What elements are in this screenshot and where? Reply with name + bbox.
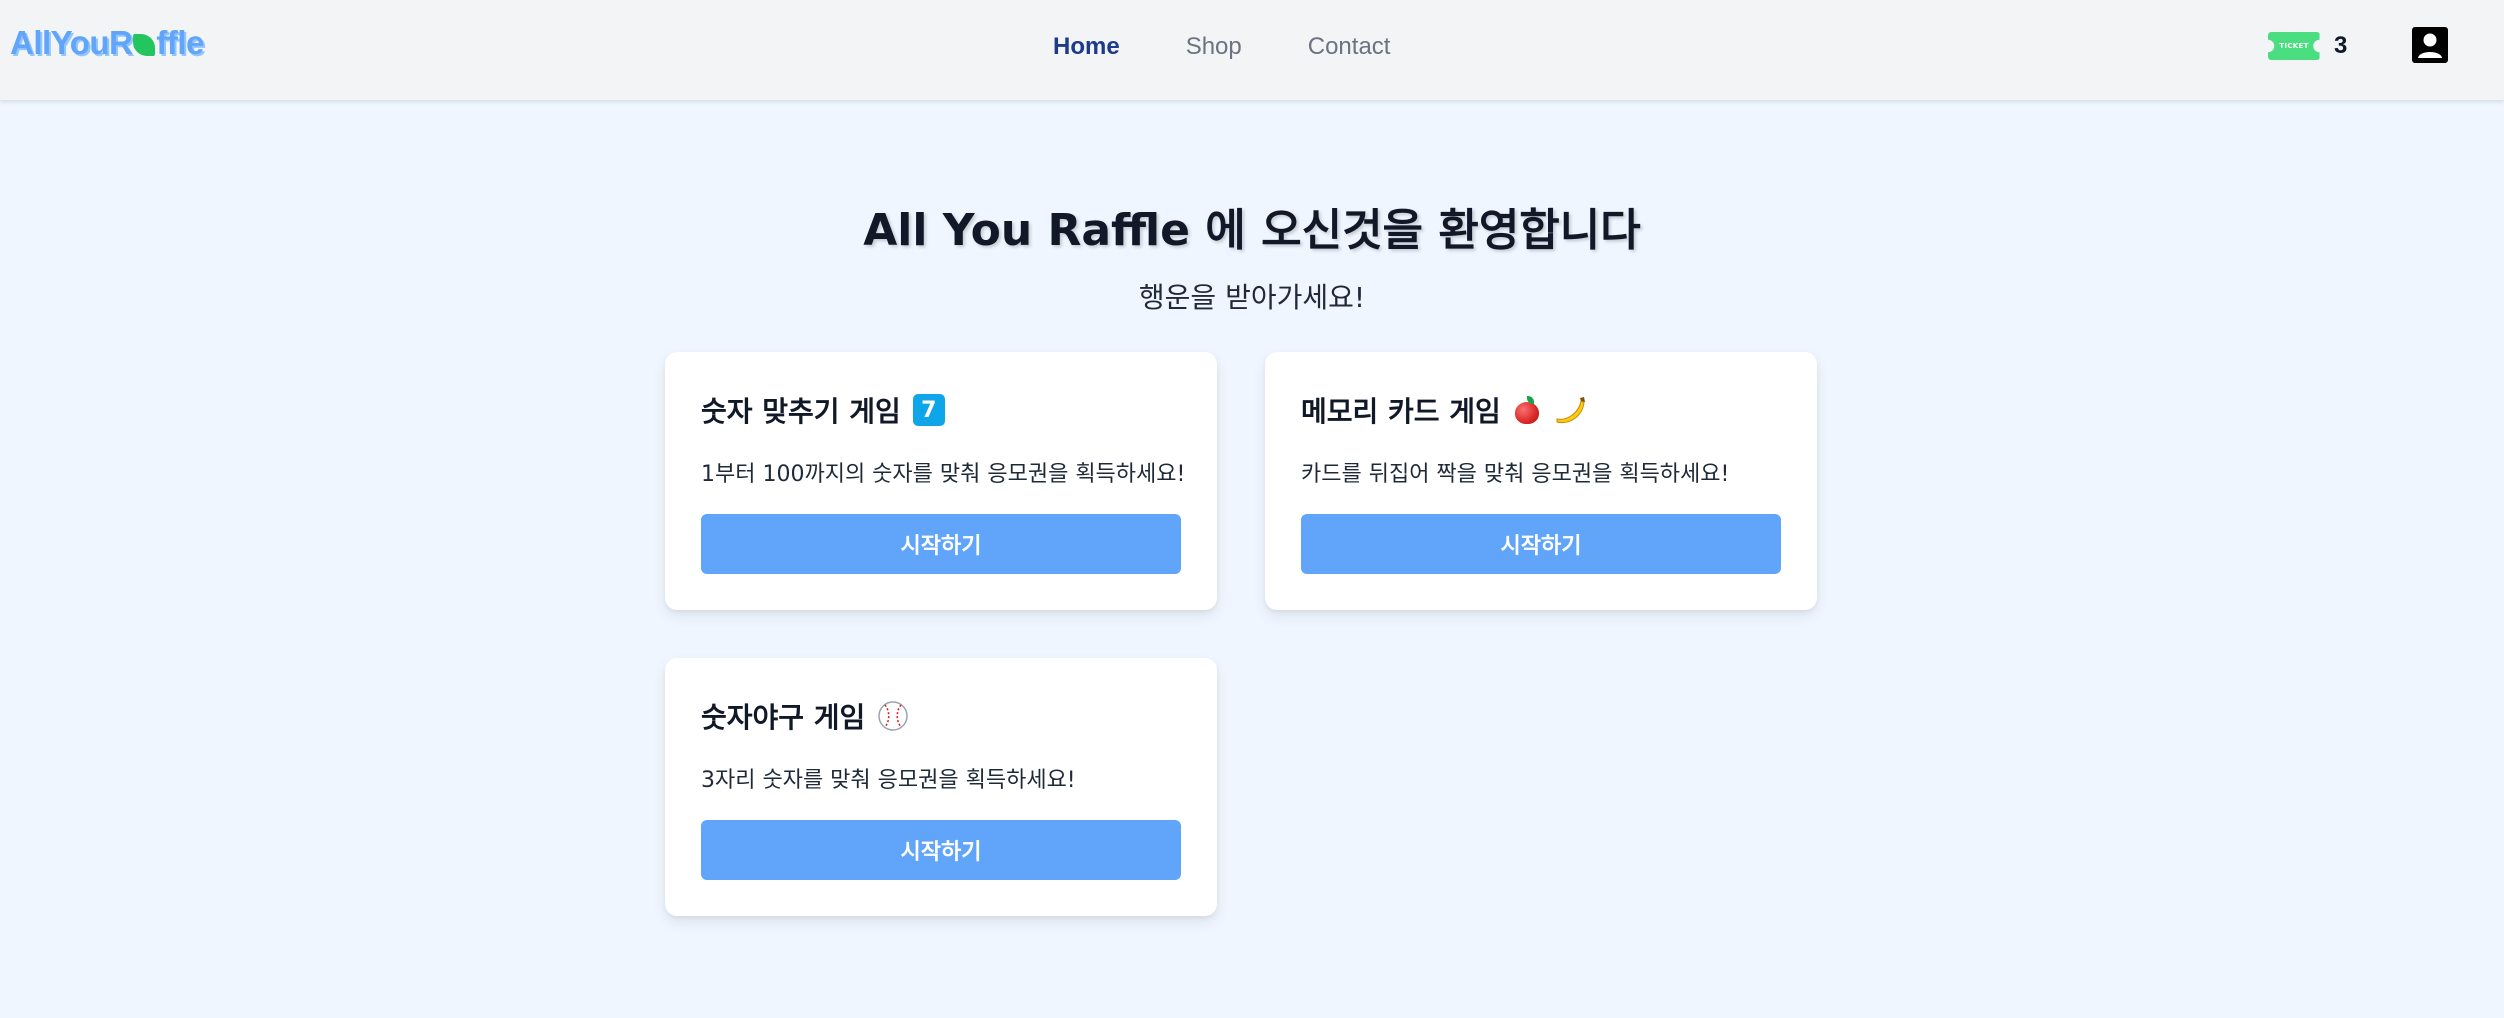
apple-icon <box>1513 396 1541 424</box>
baseball-icon <box>877 700 909 732</box>
game-card-number-guess: 숫자 맞추기 게임 7 1부터 100까지의 숫자를 맞춰 응모권을 획득하세요… <box>665 352 1217 610</box>
page-subtitle: 행운을 받아가세요! <box>1138 281 1366 314</box>
nav-link-home[interactable]: Home <box>1053 33 1120 61</box>
logo-text-end: ffle <box>156 24 204 61</box>
banana-icon <box>1553 395 1587 425</box>
game-card-memory: 메모리 카드 게임 카드를 뒤집어 짝을 맞춰 응모권을 획득하세요! 시작하기 <box>1265 352 1817 610</box>
ticket-count: 3 <box>2334 32 2348 59</box>
start-number-guess-button[interactable]: 시작하기 <box>701 514 1181 574</box>
card-description: 카드를 뒤집어 짝을 맞춰 응모권을 획득하세요! <box>1301 462 1730 487</box>
page-title: All You Raffle 에 오신것을 환영합니다 <box>863 205 1641 256</box>
logo-text-start: AllYouR <box>10 24 133 61</box>
card-title: 숫자야구 게임 <box>701 696 909 736</box>
start-baseball-game-button[interactable]: 시작하기 <box>701 820 1181 880</box>
card-title: 숫자 맞추기 게임 7 <box>701 390 945 430</box>
top-navbar: AllYouR ffle Home Shop Contact TICKET 3 <box>0 0 2504 100</box>
user-profile-icon[interactable] <box>2412 27 2448 63</box>
ticket-balance: TICKET 3 <box>2268 30 2347 62</box>
nav-link-shop[interactable]: Shop <box>1186 33 1242 61</box>
nav-links: Home Shop Contact <box>1053 27 1390 67</box>
card-title-text: 메모리 카드 게임 <box>1301 395 1501 428</box>
start-memory-game-button[interactable]: 시작하기 <box>1301 514 1781 574</box>
ticket-icon: TICKET <box>2268 32 2320 60</box>
game-card-baseball: 숫자야구 게임 3자리 숫자를 맞춰 응모권을 획득하세요! 시작하기 <box>665 658 1217 916</box>
card-description: 1부터 100까지의 숫자를 맞춰 응모권을 획득하세요! <box>701 462 1186 487</box>
brand-logo[interactable]: AllYouR ffle <box>10 24 204 62</box>
nav-link-contact[interactable]: Contact <box>1308 33 1391 61</box>
keycap-seven-icon: 7 <box>912 394 945 426</box>
card-title-text: 숫자 맞추기 게임 <box>701 395 901 428</box>
card-title: 메모리 카드 게임 <box>1301 390 1587 430</box>
card-title-text: 숫자야구 게임 <box>701 701 866 734</box>
card-description: 3자리 숫자를 맞춰 응모권을 획득하세요! <box>701 768 1076 793</box>
leaf-icon <box>133 34 156 56</box>
ticket-icon-label: TICKET <box>2279 42 2309 50</box>
